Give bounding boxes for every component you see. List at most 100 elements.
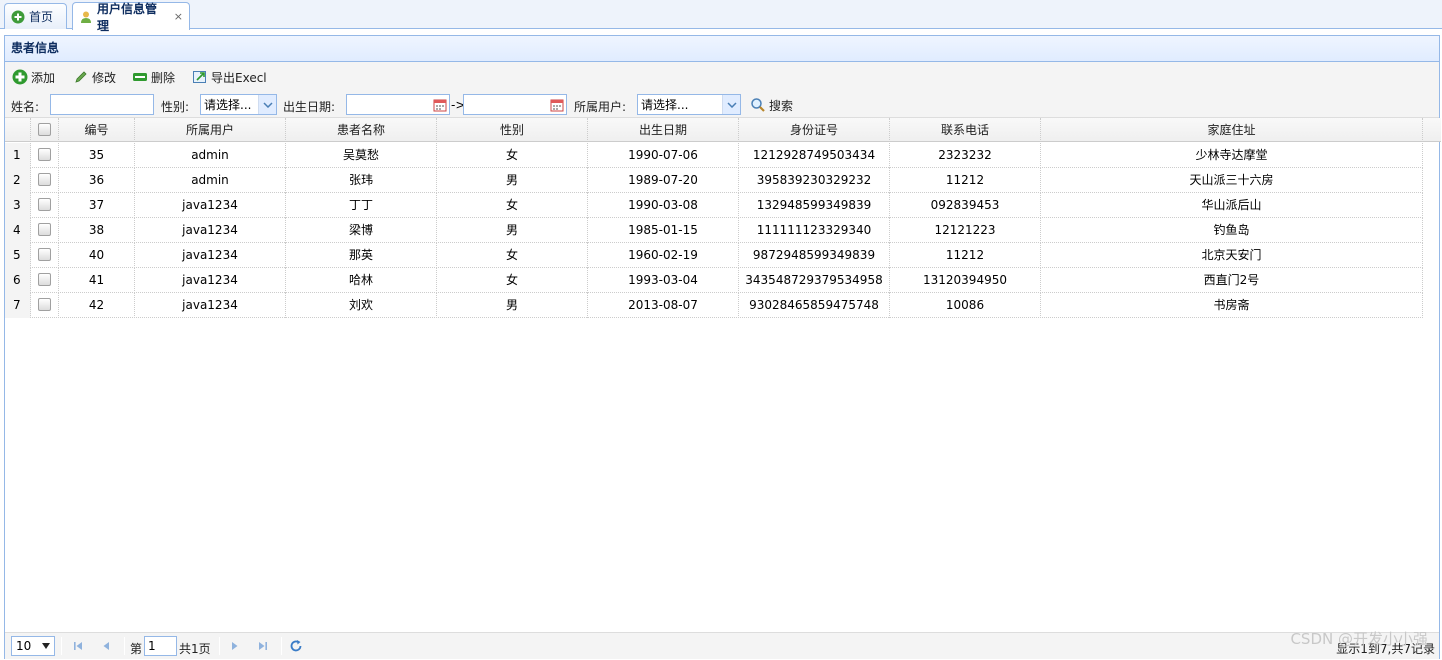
cell-name: 吴莫愁	[286, 143, 437, 168]
row-number: 6	[5, 268, 31, 293]
patient-panel: 患者信息 添加 修改 删除 导出Execl 姓名: 性别: 请选择... 出生日…	[4, 35, 1441, 659]
table-row[interactable]: 2 36 admin 张玮男 1989-07-20 395839230329232 1121…	[5, 168, 1423, 193]
row-checkbox-cell[interactable]	[31, 218, 59, 243]
cell-gender: 男	[437, 293, 588, 318]
cell-phone: 2323232	[890, 143, 1041, 168]
row-checkbox[interactable]	[38, 173, 51, 186]
tab-user-management[interactable]: 用户信息管理 ×	[72, 2, 190, 33]
chevron-down-icon	[42, 643, 50, 649]
cell-id: 36	[59, 168, 135, 193]
birth-start-input[interactable]	[346, 94, 450, 115]
pager-divider	[219, 637, 220, 655]
row-checkbox-cell[interactable]	[31, 193, 59, 218]
select-all-checkbox[interactable]	[38, 123, 51, 136]
row-number: 2	[5, 168, 31, 193]
row-checkbox[interactable]	[38, 223, 51, 236]
cell-gender: 女	[437, 243, 588, 268]
prev-page-icon[interactable]	[98, 638, 114, 654]
owner-select[interactable]: 请选择...	[637, 94, 741, 115]
cell-phone: 11212	[890, 243, 1041, 268]
row-checkbox-cell[interactable]	[31, 268, 59, 293]
column-header[interactable]: 联系电话	[890, 118, 1041, 142]
pencil-icon	[73, 69, 89, 85]
table-row[interactable]: 1 35 admin 吴莫愁女 1990-07-06 1212928749503434 23…	[5, 143, 1423, 168]
row-number: 7	[5, 293, 31, 318]
row-checkbox-cell[interactable]	[31, 168, 59, 193]
row-checkbox[interactable]	[38, 148, 51, 161]
edit-button[interactable]: 修改	[73, 68, 116, 86]
cell-name: 刘欢	[286, 293, 437, 318]
column-header[interactable]: 患者名称	[286, 118, 437, 142]
page-size-select[interactable]: 10	[11, 636, 55, 656]
tab-strip: 首页 用户信息管理 ×	[0, 0, 1442, 33]
table-row[interactable]: 5 40 java1234 那英女 1960-02-19 9872948599349839…	[5, 243, 1423, 268]
cell-id: 35	[59, 143, 135, 168]
calendar-icon[interactable]	[431, 95, 449, 114]
table-row[interactable]: 6 41 java1234 哈林女 1993-03-04 3435487293795349…	[5, 268, 1423, 293]
select-all-checkbox-cell[interactable]	[31, 118, 59, 142]
pager-divider	[281, 637, 282, 655]
delete-label: 删除	[151, 70, 176, 85]
table-row[interactable]: 7 42 java1234 刘欢男 2013-08-07 9302846585947574…	[5, 293, 1423, 318]
search-button[interactable]: 搜索	[750, 96, 793, 114]
row-number: 5	[5, 243, 31, 268]
birth-end-input[interactable]	[463, 94, 567, 115]
cell-name: 张玮	[286, 168, 437, 193]
cell-owner: java1234	[135, 268, 286, 293]
refresh-icon[interactable]	[288, 638, 304, 654]
cell-phone: 092839453	[890, 193, 1041, 218]
cell-gender: 男	[437, 168, 588, 193]
tab-user-management-label: 用户信息管理	[97, 1, 158, 33]
tab-close-icon[interactable]: ×	[174, 10, 183, 23]
column-header[interactable]: 出生日期	[588, 118, 739, 142]
cell-id: 42	[59, 293, 135, 318]
column-header[interactable]: 身份证号	[739, 118, 890, 142]
name-label: 姓名:	[11, 100, 40, 114]
cell-address: 钓鱼岛	[1041, 218, 1423, 243]
delete-button[interactable]: 删除	[132, 68, 175, 86]
cell-id: 38	[59, 218, 135, 243]
cell-address: 书房斋	[1041, 293, 1423, 318]
cell-birth: 1960-02-19	[588, 243, 739, 268]
tab-home[interactable]: 首页	[4, 3, 67, 29]
plus-icon	[12, 69, 28, 85]
grid-header: 编号 所属用户 患者名称 性别 出生日期 身份证号 联系电话 家庭住址	[5, 118, 1441, 142]
cell-idcard: 132948599349839	[739, 193, 890, 218]
row-checkbox-cell[interactable]	[31, 243, 59, 268]
row-checkbox[interactable]	[38, 298, 51, 311]
search-label: 搜索	[769, 98, 794, 113]
cell-birth: 1990-03-08	[588, 193, 739, 218]
add-button[interactable]: 添加	[12, 68, 55, 86]
column-header[interactable]: 编号	[59, 118, 135, 142]
cell-name: 梁博	[286, 218, 437, 243]
row-checkbox-cell[interactable]	[31, 143, 59, 168]
rownum-header	[5, 118, 31, 142]
row-checkbox[interactable]	[38, 248, 51, 261]
export-button[interactable]: 导出Execl	[192, 68, 267, 86]
first-page-icon[interactable]	[70, 638, 86, 654]
search-icon	[750, 97, 766, 113]
next-page-icon[interactable]	[227, 638, 243, 654]
column-header[interactable]: 家庭住址	[1041, 118, 1423, 142]
calendar-icon[interactable]	[548, 95, 566, 114]
chevron-down-icon[interactable]	[258, 95, 276, 114]
page-number-input[interactable]: 1	[144, 636, 177, 656]
toolbar: 添加 修改 删除 导出Execl	[5, 62, 1439, 92]
cell-name: 那英	[286, 243, 437, 268]
chevron-down-icon[interactable]	[722, 95, 740, 114]
gender-select[interactable]: 请选择...	[200, 94, 277, 115]
cell-owner: java1234	[135, 243, 286, 268]
gender-select-value: 请选择...	[204, 98, 252, 112]
column-header[interactable]: 所属用户	[135, 118, 286, 142]
row-number: 3	[5, 193, 31, 218]
name-input[interactable]	[50, 94, 154, 115]
last-page-icon[interactable]	[255, 638, 271, 654]
row-number: 1	[5, 143, 31, 168]
row-checkbox[interactable]	[38, 198, 51, 211]
column-header[interactable]: 性别	[437, 118, 588, 142]
table-row[interactable]: 4 38 java1234 梁博男 1985-01-15 111111123329340 1…	[5, 218, 1423, 243]
cell-idcard: 93028465859475748	[739, 293, 890, 318]
row-checkbox[interactable]	[38, 273, 51, 286]
row-checkbox-cell[interactable]	[31, 293, 59, 318]
table-row[interactable]: 3 37 java1234 丁丁女 1990-03-08 132948599349839 0…	[5, 193, 1423, 218]
